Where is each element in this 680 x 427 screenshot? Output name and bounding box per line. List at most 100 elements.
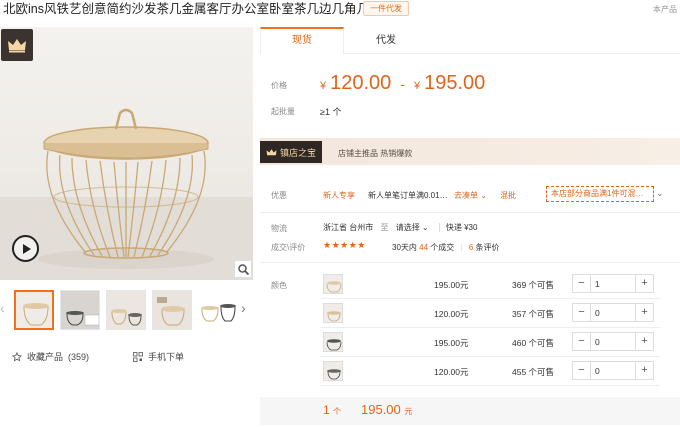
zoom-icon <box>237 263 249 275</box>
variant-thumbnail[interactable] <box>323 303 343 323</box>
price-separator: - <box>400 76 405 92</box>
variant-thumbnail[interactable] <box>323 332 343 352</box>
store-banner-text: 店铺主推品 热销爆款 <box>338 149 413 158</box>
price-range: ¥ 120.00 - ¥ 195.00 <box>320 72 485 95</box>
purchase-mode-tabs: 现货 代发 <box>260 27 680 54</box>
price-label: 价格 <box>271 81 287 90</box>
variant-stock: 460 个可售 <box>512 338 555 348</box>
divider <box>260 212 680 213</box>
moq-label: 起批量 <box>271 107 295 116</box>
store-badge-label: 镇店之宝 <box>279 147 316 158</box>
increment-button[interactable]: + <box>636 362 653 379</box>
tab-in-stock[interactable]: 现货 <box>260 27 344 54</box>
quantity-stepper: − + <box>572 361 654 380</box>
dropship-tag[interactable]: 一件代发 <box>363 1 409 16</box>
store-offer-tag[interactable]: 本店部分商品满1件可混… <box>546 186 654 202</box>
ship-to-label: 至 <box>380 223 389 232</box>
logistics-label: 物流 <box>271 224 287 233</box>
play-video-button[interactable] <box>12 235 39 262</box>
chevron-down-icon[interactable]: ⌄ <box>656 188 664 199</box>
thumbnail[interactable] <box>60 290 100 330</box>
side-table-illustration <box>0 108 253 280</box>
deals-count[interactable]: 44 <box>419 243 428 252</box>
favorite-count: (359) <box>68 351 90 362</box>
ship-from: 浙江省 台州市 <box>323 223 374 232</box>
price-low: 120.00 <box>330 72 392 94</box>
count-unit: 个 <box>333 407 342 416</box>
deals-summary: 30天内 44 个成交 | 6 条评价 <box>392 243 500 252</box>
mobile-order-button[interactable]: 手机下单 <box>133 350 184 363</box>
decrement-button[interactable]: − <box>573 275 590 292</box>
days-label: 30天内 <box>392 243 417 252</box>
summary-count: 1 个 <box>323 403 341 417</box>
variant-price: 195.00元 <box>434 280 469 290</box>
deals-unit: 个成交 <box>430 243 455 252</box>
favorite-label: 收藏产品 <box>27 352 64 362</box>
decrement-button[interactable]: − <box>573 304 590 321</box>
express-fee: 快递 ¥30 <box>438 223 478 232</box>
quantity-input[interactable] <box>590 362 636 379</box>
total-unit: 元 <box>404 407 413 416</box>
promo-label: 优惠 <box>271 191 287 200</box>
variant-stock: 369 个可售 <box>512 280 555 290</box>
crown-icon <box>1 29 33 61</box>
new-user-promo: 新人专享 <box>323 191 355 200</box>
tab-dropship[interactable]: 代发 <box>344 27 428 54</box>
qr-code-icon <box>133 351 143 362</box>
variant-stock: 455 个可售 <box>512 367 555 377</box>
product-title: 北欧ins风铁艺创意简约沙发茶几金属客厅办公室卧室茶几边几角几 <box>3 2 369 16</box>
color-label: 颜色 <box>271 281 287 290</box>
play-icon <box>22 243 31 254</box>
destination-select[interactable]: 请选择 ⌄ <box>396 223 429 232</box>
star-outline-icon <box>12 351 22 362</box>
reviews-unit: 条评价 <box>475 243 500 252</box>
store-treasure-badge: 镇店之宝 <box>260 141 322 163</box>
thumbnail[interactable] <box>152 290 192 330</box>
increment-button[interactable]: + <box>636 333 653 350</box>
increment-button[interactable]: + <box>636 304 653 321</box>
selected-count: 1 <box>323 403 330 417</box>
summary-total: 195.00 元 <box>361 402 412 417</box>
quantity-input[interactable] <box>590 304 636 321</box>
divider <box>260 262 680 263</box>
variant-row: 195.00元 460 个可售 − + <box>320 328 660 357</box>
variant-stock: 357 个可售 <box>512 309 555 319</box>
quantity-input[interactable] <box>590 275 636 292</box>
go-add-items-link[interactable]: 去凑单 ⌄ <box>454 190 487 201</box>
increment-button[interactable]: + <box>636 275 653 292</box>
this-product-label: 本产品 <box>653 5 677 14</box>
favorite-product-button[interactable]: 收藏产品 (359) <box>12 350 89 363</box>
variant-row: 195.00元 369 个可售 − + <box>320 270 660 299</box>
variant-price: 120.00元 <box>434 309 469 319</box>
decrement-button[interactable]: − <box>573 333 590 350</box>
total-amount: 195.00 <box>361 402 401 417</box>
reviews-count[interactable]: 6 <box>469 243 473 252</box>
deals-reviews-label: 成交\评价 <box>271 243 306 252</box>
quantity-stepper: − + <box>572 332 654 351</box>
variant-price: 195.00元 <box>434 338 469 348</box>
thumbnail[interactable] <box>106 290 146 330</box>
quantity-stepper: − + <box>572 274 654 293</box>
quantity-stepper: − + <box>572 303 654 322</box>
variant-thumbnail[interactable] <box>323 274 343 294</box>
thumbnail-strip <box>0 290 253 330</box>
moq-value: ≥1 个 <box>320 107 342 117</box>
logistics-info: 浙江省 台州市 至 请选择 ⌄ 快递 ¥30 <box>323 222 478 233</box>
currency-symbol: ¥ <box>413 80 421 92</box>
quantity-input[interactable] <box>590 333 636 350</box>
zoom-button[interactable] <box>234 260 252 278</box>
mobile-order-label: 手机下单 <box>148 352 185 362</box>
currency-symbol: ¥ <box>320 80 327 92</box>
promo-description: 新人单笔订单满0.01… <box>368 191 448 200</box>
thumbnail[interactable] <box>198 290 238 330</box>
thumbnail[interactable] <box>14 290 54 330</box>
variant-row: 120.00元 357 个可售 − + <box>320 299 660 328</box>
store-treasure-banner <box>260 138 680 165</box>
price-high: 195.00 <box>424 72 486 94</box>
decrement-button[interactable]: − <box>573 362 590 379</box>
main-product-image[interactable] <box>0 27 253 280</box>
rating-stars: ★★★★★ <box>323 240 366 250</box>
mixed-batch-promo: 混批 <box>500 191 516 200</box>
variant-thumbnail[interactable] <box>323 361 343 381</box>
thumbnails-next-arrow[interactable]: › <box>241 300 246 316</box>
